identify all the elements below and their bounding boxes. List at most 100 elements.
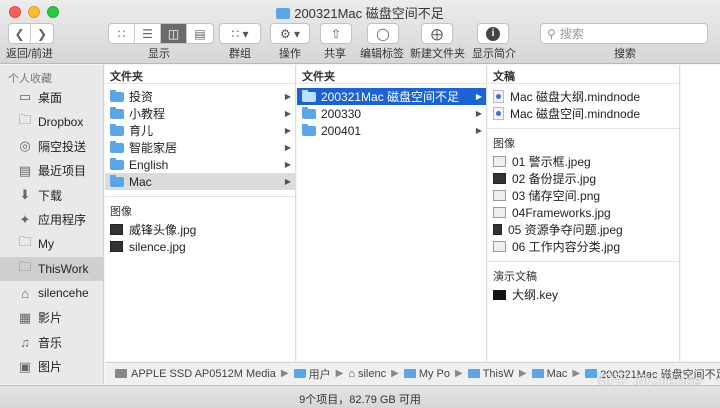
share-label: 共享	[324, 48, 346, 60]
file-row[interactable]: 05 资源争夺问题.jpeg	[488, 221, 679, 238]
file-row[interactable]: 03 储存空间.png	[488, 187, 679, 204]
action-button[interactable]: ⚙ ▾	[270, 23, 310, 44]
folder-row[interactable]: English ▶	[105, 156, 295, 173]
edit-tags-label: 编辑标签	[360, 48, 404, 60]
folder-row[interactable]: 小教程 ▶	[105, 105, 295, 122]
file-row[interactable]: 大纲.key	[488, 286, 679, 303]
image-file-icon	[493, 156, 506, 167]
file-row[interactable]: Mac 磁盘空间.mindnode	[488, 105, 679, 122]
chevron-right-icon: ▶	[475, 126, 482, 135]
search-field[interactable]: ⚲	[540, 23, 708, 44]
desktop-icon: ▭	[18, 89, 32, 105]
sidebar-item-airdrop[interactable]: ◎ 隔空投送	[0, 134, 103, 159]
file-row[interactable]: 02 备份提示.jpg	[488, 170, 679, 187]
folder-row-selected[interactable]: Mac ▶	[105, 173, 295, 190]
folder-row[interactable]: 200401 ▶	[297, 122, 486, 139]
chevron-right-icon: ▶	[284, 177, 291, 186]
path-item-disk[interactable]: APPLE SSD AP0512M Media	[115, 368, 276, 380]
window-title: 200321Mac 磁盘空间不足	[0, 3, 720, 22]
forward-button[interactable]: ❯	[31, 24, 53, 43]
folder-icon	[110, 123, 124, 136]
search-icon: ⚲	[547, 26, 556, 41]
sidebar-item-dropbox[interactable]: 🗀 Dropbox	[0, 110, 103, 135]
edit-tags-button[interactable]: ◯	[367, 23, 399, 44]
movies-icon: ▦	[18, 309, 32, 325]
search-label: 搜索	[614, 48, 636, 60]
folder-icon	[585, 369, 598, 378]
new-folder-button[interactable]: ⨁	[421, 23, 453, 44]
search-input[interactable]	[559, 26, 690, 41]
folder-row[interactable]: 育儿 ▶	[105, 122, 295, 139]
file-row[interactable]: 06 工作内容分类.jpg	[488, 238, 679, 255]
file-row[interactable]: Mac 磁盘大纲.mindnode	[488, 88, 679, 105]
pictures-icon: ▣	[18, 358, 32, 374]
path-item-mac[interactable]: Mac	[531, 368, 567, 380]
sidebar-item-music[interactable]: ♫ 音乐	[0, 330, 103, 355]
sidebar-item-movies[interactable]: ▦ 影片	[0, 306, 103, 331]
image-file-icon	[110, 224, 123, 235]
folder-row[interactable]: 智能家居 ▶	[105, 139, 295, 156]
folder-row-selected[interactable]: 200321Mac 磁盘空间不足 ▶	[297, 88, 486, 105]
image-file-icon	[493, 173, 506, 184]
info-icon: i	[486, 26, 500, 41]
path-separator-icon: ▶	[572, 368, 581, 379]
get-info-button[interactable]: i	[477, 23, 509, 44]
chevron-right-icon: ▶	[475, 109, 482, 118]
chevron-right-icon: ▶	[284, 160, 291, 169]
file-row[interactable]: silence.jpg	[105, 238, 295, 255]
share-button[interactable]: ⇧	[320, 23, 352, 44]
path-item-my[interactable]: My Po	[403, 368, 450, 380]
image-file-icon	[493, 207, 506, 218]
grid-icon: ∷	[117, 26, 126, 41]
sidebar-item-recents[interactable]: ▤ 最近项目	[0, 159, 103, 184]
folder-icon: 🗀	[18, 258, 32, 274]
file-row[interactable]: 04Frameworks.jpg	[488, 204, 679, 221]
path-item-home[interactable]: ⌂ silenc	[348, 368, 386, 380]
chevron-right-icon: ▶	[475, 92, 482, 101]
folder-icon: 🗀	[18, 234, 32, 250]
folder-icon	[302, 89, 316, 102]
sidebar-item-desktop[interactable]: ▭ 桌面	[0, 85, 103, 110]
sidebar-item-downloads[interactable]: ⬇ 下载	[0, 183, 103, 208]
column-3: 文稿 Mac 磁盘大纲.mindnode Mac 磁盘空间.mindnode 图…	[488, 65, 680, 361]
gallery-icon: ▤	[194, 26, 206, 41]
chevron-right-icon: ❯	[36, 26, 48, 41]
sidebar-item-applications[interactable]: ✦ 应用程序	[0, 208, 103, 233]
chevron-right-icon: ▶	[284, 109, 291, 118]
icon-view-button[interactable]: ∷	[109, 24, 135, 43]
sidebar-item-thiswork[interactable]: 🗀 ThisWork	[0, 256, 103, 281]
folder-row[interactable]: 200330 ▶	[297, 105, 486, 122]
gallery-view-button[interactable]: ▤	[187, 24, 213, 43]
sidebar-item-my[interactable]: 🗀 My	[0, 232, 103, 257]
chevron-right-icon: ▶	[284, 92, 291, 101]
image-file-icon	[493, 241, 506, 252]
sidebar-item-pictures[interactable]: ▣ 图片	[0, 355, 103, 380]
folder-icon	[531, 369, 544, 378]
path-item-thiswork[interactable]: ThisW	[467, 368, 514, 380]
column-3-keynote-header: 演示文稿	[493, 271, 537, 283]
column-3-images-header: 图像	[493, 138, 515, 150]
gear-icon: ⚙ ▾	[279, 26, 301, 41]
sidebar-item-home[interactable]: ⌂ silencehe	[0, 281, 103, 306]
folder-icon	[302, 123, 316, 136]
columns-icon: ◫	[167, 26, 180, 41]
group-icon: ∷ ▾	[231, 26, 249, 41]
folder-icon	[467, 369, 480, 378]
file-row[interactable]: 01 警示框.jpeg	[488, 153, 679, 170]
music-icon: ♫	[20, 334, 30, 350]
list-view-button[interactable]: ☰	[135, 24, 161, 43]
folder-icon	[293, 369, 306, 378]
path-item-users[interactable]: 用户	[293, 366, 331, 382]
column-1-images-header: 图像	[110, 206, 132, 218]
path-separator-icon: ▶	[518, 368, 527, 379]
column-view-button[interactable]: ◫	[161, 24, 187, 43]
folder-icon	[110, 89, 124, 102]
group-button[interactable]: ∷ ▾	[219, 23, 261, 44]
path-separator-icon: ▶	[280, 368, 289, 379]
action-label: 操作	[279, 48, 301, 60]
back-button[interactable]: ❮	[9, 24, 31, 43]
recents-icon: ▤	[18, 162, 32, 178]
file-row[interactable]: 威锋头像.jpg	[105, 221, 295, 238]
folder-row[interactable]: 投资 ▶	[105, 88, 295, 105]
chevron-right-icon: ▶	[284, 126, 291, 135]
